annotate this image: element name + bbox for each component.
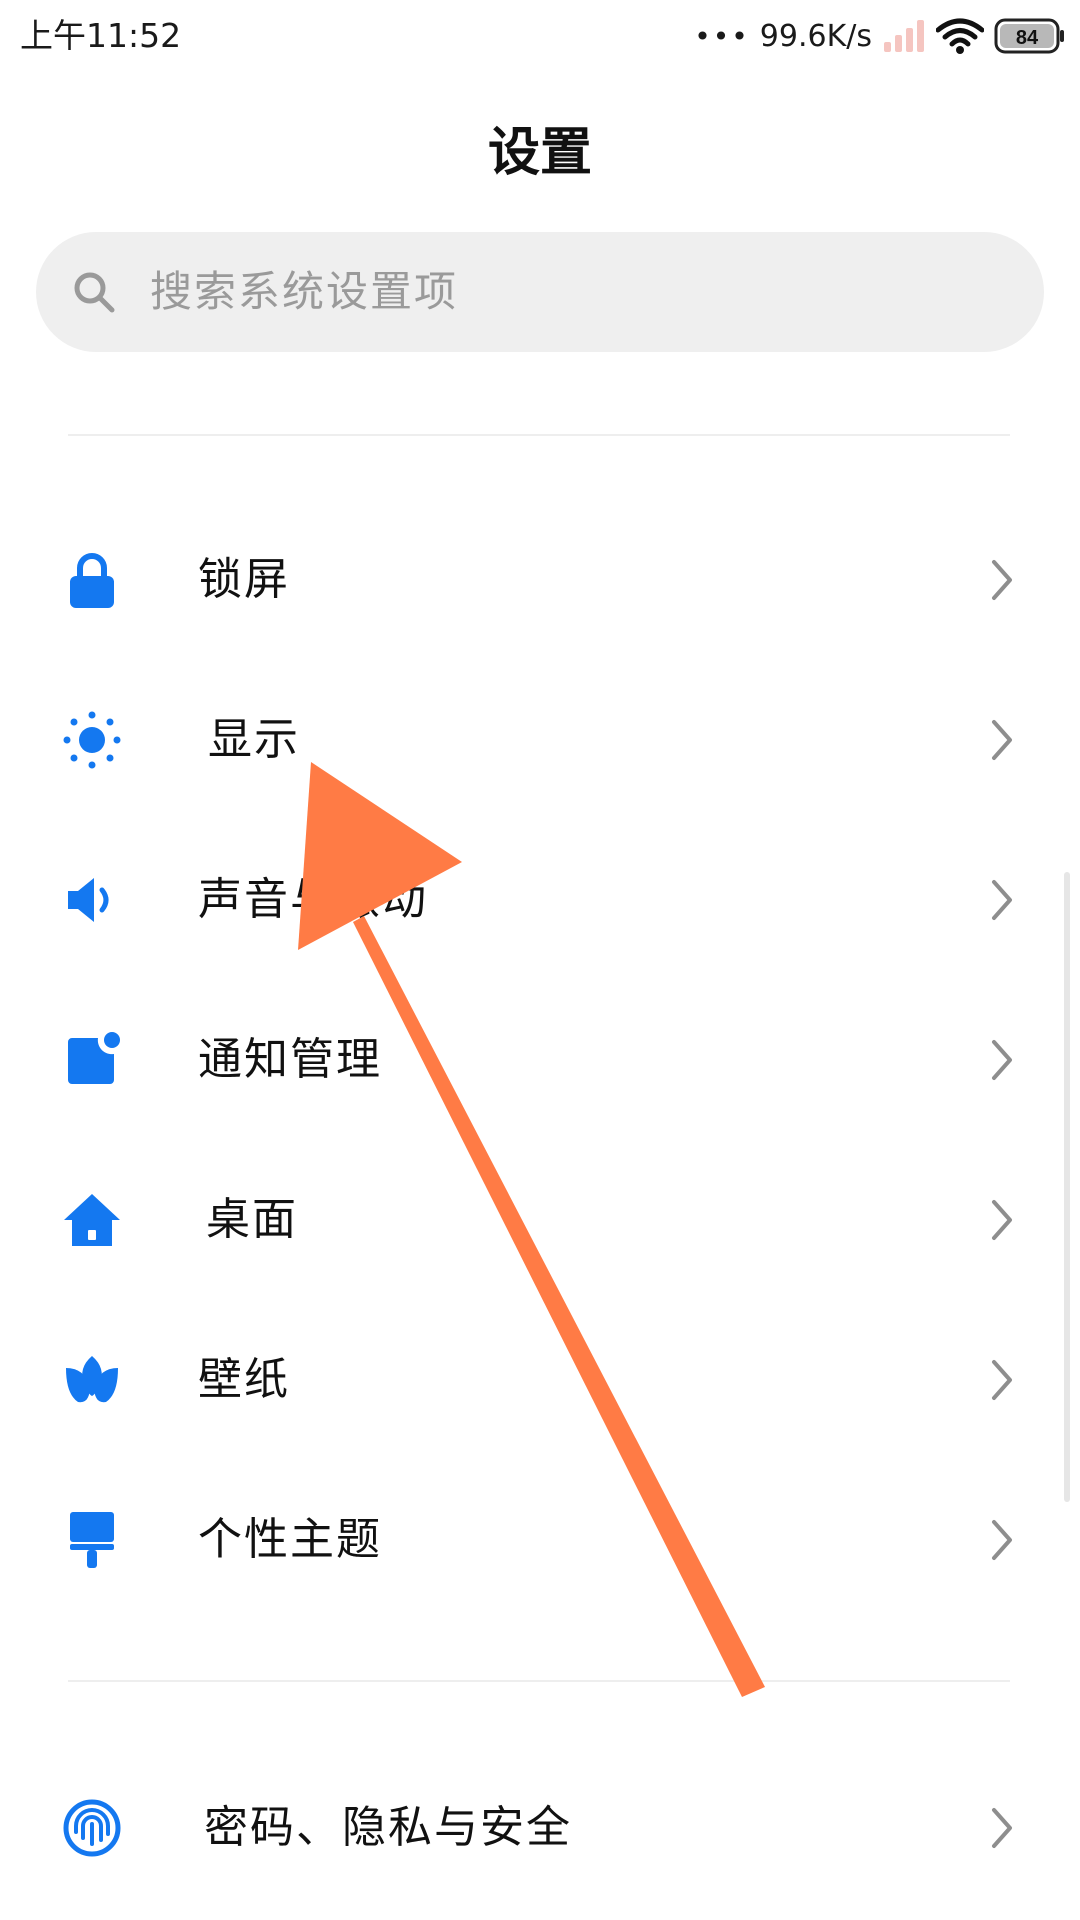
chevron-right-icon — [992, 880, 1012, 920]
status-bar: 上午11:52 ••• 99.6K/s 84 — [0, 0, 1080, 76]
chevron-right-icon — [992, 1360, 1012, 1400]
status-time: 上午11:52 — [20, 16, 182, 55]
chevron-right-icon — [992, 1040, 1012, 1080]
page-title: 设置 — [487, 123, 592, 183]
more-notifications-icon: ••• — [694, 19, 750, 53]
settings-item-home-screen[interactable]: 桌面 — [0, 1140, 1080, 1300]
settings-item-sound[interactable]: 声音与振动 — [0, 820, 1080, 980]
chevron-right-icon — [992, 560, 1012, 600]
settings-item-display[interactable]: 显示 — [0, 660, 1080, 820]
wifi-icon — [936, 18, 984, 54]
settings-item-themes[interactable]: 个性主题 — [0, 1460, 1080, 1620]
chevron-right-icon — [992, 1808, 1012, 1848]
paint-brush-icon — [70, 1512, 114, 1568]
settings-screen: 上午11:52 ••• 99.6K/s 84 设置 搜索系统设置项 锁屏 显示 … — [0, 0, 1080, 1920]
search-icon — [74, 272, 115, 313]
sun-icon — [63, 711, 121, 769]
tulip-icon — [66, 1356, 118, 1403]
home-icon — [64, 1194, 120, 1246]
settings-item-label: 通知管理 — [198, 1034, 382, 1085]
section-divider — [68, 434, 1010, 436]
scrollbar[interactable] — [1064, 872, 1070, 1502]
fingerprint-icon — [63, 1799, 121, 1857]
search-input-placeholder[interactable]: 搜索系统设置项 — [150, 232, 458, 352]
lock-icon — [70, 553, 114, 608]
settings-item-lock-screen[interactable]: 锁屏 — [0, 500, 1080, 660]
chevron-right-icon — [992, 1200, 1012, 1240]
speaker-icon — [68, 878, 109, 922]
settings-item-label: 锁屏 — [198, 554, 290, 605]
settings-item-wallpaper[interactable]: 壁纸 — [0, 1300, 1080, 1460]
signal-icon — [884, 20, 924, 52]
settings-item-notifications[interactable]: 通知管理 — [0, 980, 1080, 1140]
settings-item-label: 显示 — [208, 714, 300, 765]
settings-item-label: 壁纸 — [198, 1354, 290, 1405]
chevron-right-icon — [992, 720, 1012, 760]
battery-level: 84 — [1016, 27, 1039, 49]
section-divider — [68, 1680, 1010, 1682]
settings-item-label: 个性主题 — [198, 1514, 382, 1565]
settings-item-label: 密码、隐私与安全 — [204, 1802, 572, 1853]
status-indicators: ••• 99.6K/s 84 — [694, 12, 1066, 60]
settings-item-label: 声音与振动 — [198, 874, 428, 925]
network-speed: 99.6K/s — [759, 18, 872, 54]
notification-icon — [68, 1032, 120, 1084]
battery-icon: 84 — [994, 18, 1064, 54]
settings-item-privacy-security[interactable]: 密码、隐私与安全 — [0, 1748, 1080, 1908]
settings-item-label: 桌面 — [206, 1194, 298, 1245]
chevron-right-icon — [992, 1520, 1012, 1560]
search-bar[interactable]: 搜索系统设置项 — [36, 232, 1044, 352]
